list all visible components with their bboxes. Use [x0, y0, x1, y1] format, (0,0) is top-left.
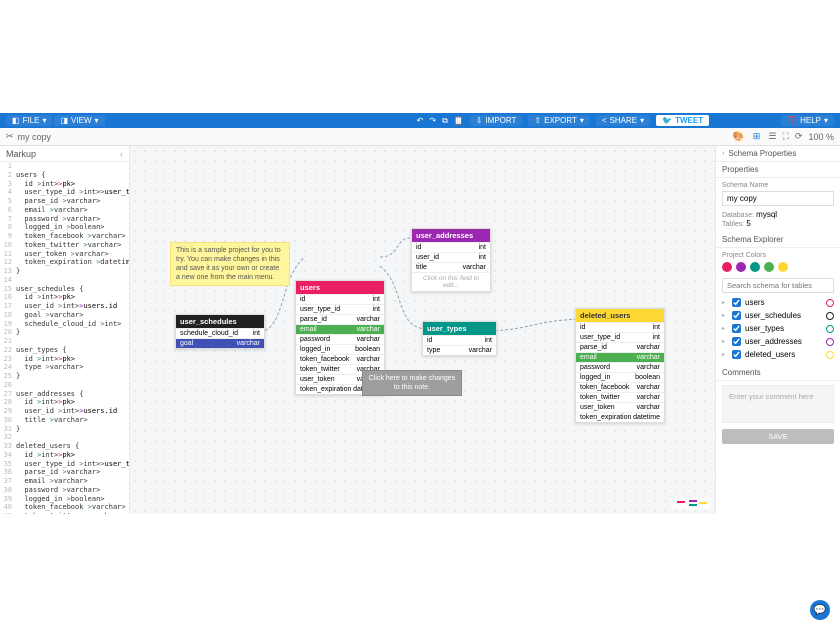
- table-checkbox[interactable]: [732, 337, 741, 346]
- comments-header[interactable]: Comments: [716, 365, 840, 381]
- schema-explorer-header[interactable]: Schema Explorer: [716, 232, 840, 248]
- table-deleted-users[interactable]: deleted_users idintuser_type_idintparse_…: [575, 308, 665, 423]
- table-row[interactable]: logged_inboolean: [296, 344, 384, 354]
- table-row[interactable]: user_type_idint: [296, 304, 384, 314]
- schema-name-label: Schema Name: [722, 182, 834, 189]
- table-row[interactable]: passwordvarchar: [296, 334, 384, 344]
- theme-icon[interactable]: 🎨: [733, 131, 745, 143]
- table-row[interactable]: token_facebookvarchar: [296, 354, 384, 364]
- table-row[interactable]: logged_inboolean: [576, 372, 664, 382]
- table-row[interactable]: typevarchar: [423, 345, 496, 355]
- schema-canvas[interactable]: This is a sample project for you to try.…: [130, 146, 715, 514]
- table-row[interactable]: schedule_cloud_idint: [176, 328, 264, 338]
- share-button[interactable]: < SHARE ▾: [596, 115, 650, 126]
- table-row[interactable]: idint: [423, 335, 496, 345]
- table-row[interactable]: parse_idvarchar: [296, 314, 384, 324]
- project-name[interactable]: ✂ my copy: [6, 131, 51, 142]
- main-area: Markup ‹ 12users {3 id >int> >pk>4 user_…: [0, 146, 840, 514]
- markup-panel: Markup ‹ 12users {3 id >int> >pk>4 user_…: [0, 146, 130, 514]
- file-menu[interactable]: ◧ FILE ▾: [6, 115, 52, 126]
- properties-header[interactable]: Properties: [716, 162, 840, 178]
- color-dot[interactable]: [778, 262, 788, 272]
- minimap[interactable]: [671, 498, 711, 510]
- properties-panel: ›Schema Properties Properties Schema Nam…: [715, 146, 840, 514]
- table-row[interactable]: emailvarchar: [576, 352, 664, 362]
- table-checkbox[interactable]: [732, 298, 741, 307]
- chat-fab[interactable]: 💬: [810, 600, 830, 620]
- table-checkbox[interactable]: [732, 324, 741, 333]
- color-dots: [722, 259, 834, 275]
- table-row[interactable]: emailvarchar: [296, 324, 384, 334]
- comment-input[interactable]: Enter your comment here: [722, 385, 834, 423]
- help-button[interactable]: ❓ HELP ▾: [781, 115, 834, 126]
- table-row[interactable]: token_facebookvarchar: [576, 382, 664, 392]
- color-dot[interactable]: [750, 262, 760, 272]
- table-row[interactable]: idint: [576, 322, 664, 332]
- table-row[interactable]: idint: [296, 294, 384, 304]
- collapse-icon[interactable]: ‹: [120, 149, 123, 159]
- table-list-item[interactable]: ▸user_schedules: [722, 309, 834, 322]
- table-row[interactable]: goalvarchar: [176, 338, 264, 348]
- view-menu[interactable]: ◨ VIEW ▾: [54, 115, 104, 126]
- color-dot[interactable]: [764, 262, 774, 272]
- table-user-addresses[interactable]: user_addresses idint user_idint titlevar…: [411, 228, 491, 292]
- tweet-button[interactable]: 🐦 TWEET: [656, 115, 709, 126]
- schema-name-input[interactable]: [722, 191, 834, 206]
- export-button[interactable]: ⇧ EXPORT ▾: [528, 115, 589, 126]
- top-whitespace: [0, 0, 840, 113]
- table-header[interactable]: user_addresses: [412, 229, 490, 242]
- table-list-item[interactable]: ▸user_types: [722, 322, 834, 335]
- table-header[interactable]: deleted_users: [576, 309, 664, 322]
- table-checkbox[interactable]: [732, 311, 741, 320]
- table-row[interactable]: token_twittervarchar: [576, 392, 664, 402]
- fullscreen-icon[interactable]: ⛶: [783, 131, 789, 142]
- table-row[interactable]: user_idint: [412, 252, 490, 262]
- table-list: ▸users▸user_schedules▸user_types▸user_ad…: [722, 296, 834, 361]
- scissors-icon: ✂: [6, 131, 14, 142]
- color-dot[interactable]: [736, 262, 746, 272]
- paste-icon[interactable]: 📋: [454, 116, 464, 125]
- table-row[interactable]: passwordvarchar: [576, 362, 664, 372]
- search-schema-input[interactable]: [722, 278, 834, 293]
- list-icon[interactable]: ☰: [769, 131, 777, 142]
- table-header[interactable]: user_schedules: [176, 315, 264, 328]
- schema-properties-header[interactable]: ›Schema Properties: [716, 146, 840, 162]
- copy-icon[interactable]: ⧉: [442, 116, 448, 126]
- sub-toolbar: ✂ my copy 🎨 ⊞ ☰ ⛶ ⟳ 100 %: [0, 128, 840, 146]
- table-user-schedules[interactable]: user_schedules schedule_cloud_idint goal…: [175, 314, 265, 349]
- undo-icon[interactable]: ↶: [417, 116, 424, 125]
- table-row[interactable]: user_type_idint: [576, 332, 664, 342]
- table-row[interactable]: token_expirationdatetime: [576, 412, 664, 422]
- markup-header: Markup ‹: [0, 146, 129, 162]
- table-footer[interactable]: Click on this field to edit...: [412, 272, 490, 291]
- redo-icon[interactable]: ↷: [429, 116, 436, 125]
- table-header[interactable]: users: [296, 281, 384, 294]
- save-button[interactable]: SAVE: [722, 429, 834, 444]
- table-list-item[interactable]: ▸user_addresses: [722, 335, 834, 348]
- grid-icon[interactable]: ⊞: [751, 131, 763, 143]
- table-row[interactable]: parse_idvarchar: [576, 342, 664, 352]
- sample-note[interactable]: This is a sample project for you to try.…: [170, 242, 290, 286]
- table-checkbox[interactable]: [732, 350, 741, 359]
- main-toolbar: ◧ FILE ▾ ◨ VIEW ▾ ↶ ↷ ⧉ 📋 ⇩ IMPORT ⇧ EXP…: [0, 113, 840, 128]
- refresh-icon[interactable]: ⟳: [795, 131, 803, 142]
- table-list-item[interactable]: ▸users: [722, 296, 834, 309]
- bottom-whitespace: [0, 514, 840, 628]
- table-row[interactable]: idint: [412, 242, 490, 252]
- table-row[interactable]: user_tokenvarchar: [576, 402, 664, 412]
- color-dot[interactable]: [722, 262, 732, 272]
- edit-note[interactable]: Click here to make changes to this note.: [362, 370, 462, 396]
- markup-code[interactable]: 12users {3 id >int> >pk>4 user_type_id >…: [0, 162, 129, 514]
- table-list-item[interactable]: ▸deleted_users: [722, 348, 834, 361]
- zoom-label[interactable]: 100 %: [808, 132, 834, 142]
- table-header[interactable]: user_types: [423, 322, 496, 335]
- table-user-types[interactable]: user_types idint typevarchar: [422, 321, 497, 356]
- import-button[interactable]: ⇩ IMPORT: [470, 115, 523, 126]
- project-colors-label: Project Colors: [722, 252, 834, 259]
- table-row[interactable]: titlevarchar: [412, 262, 490, 272]
